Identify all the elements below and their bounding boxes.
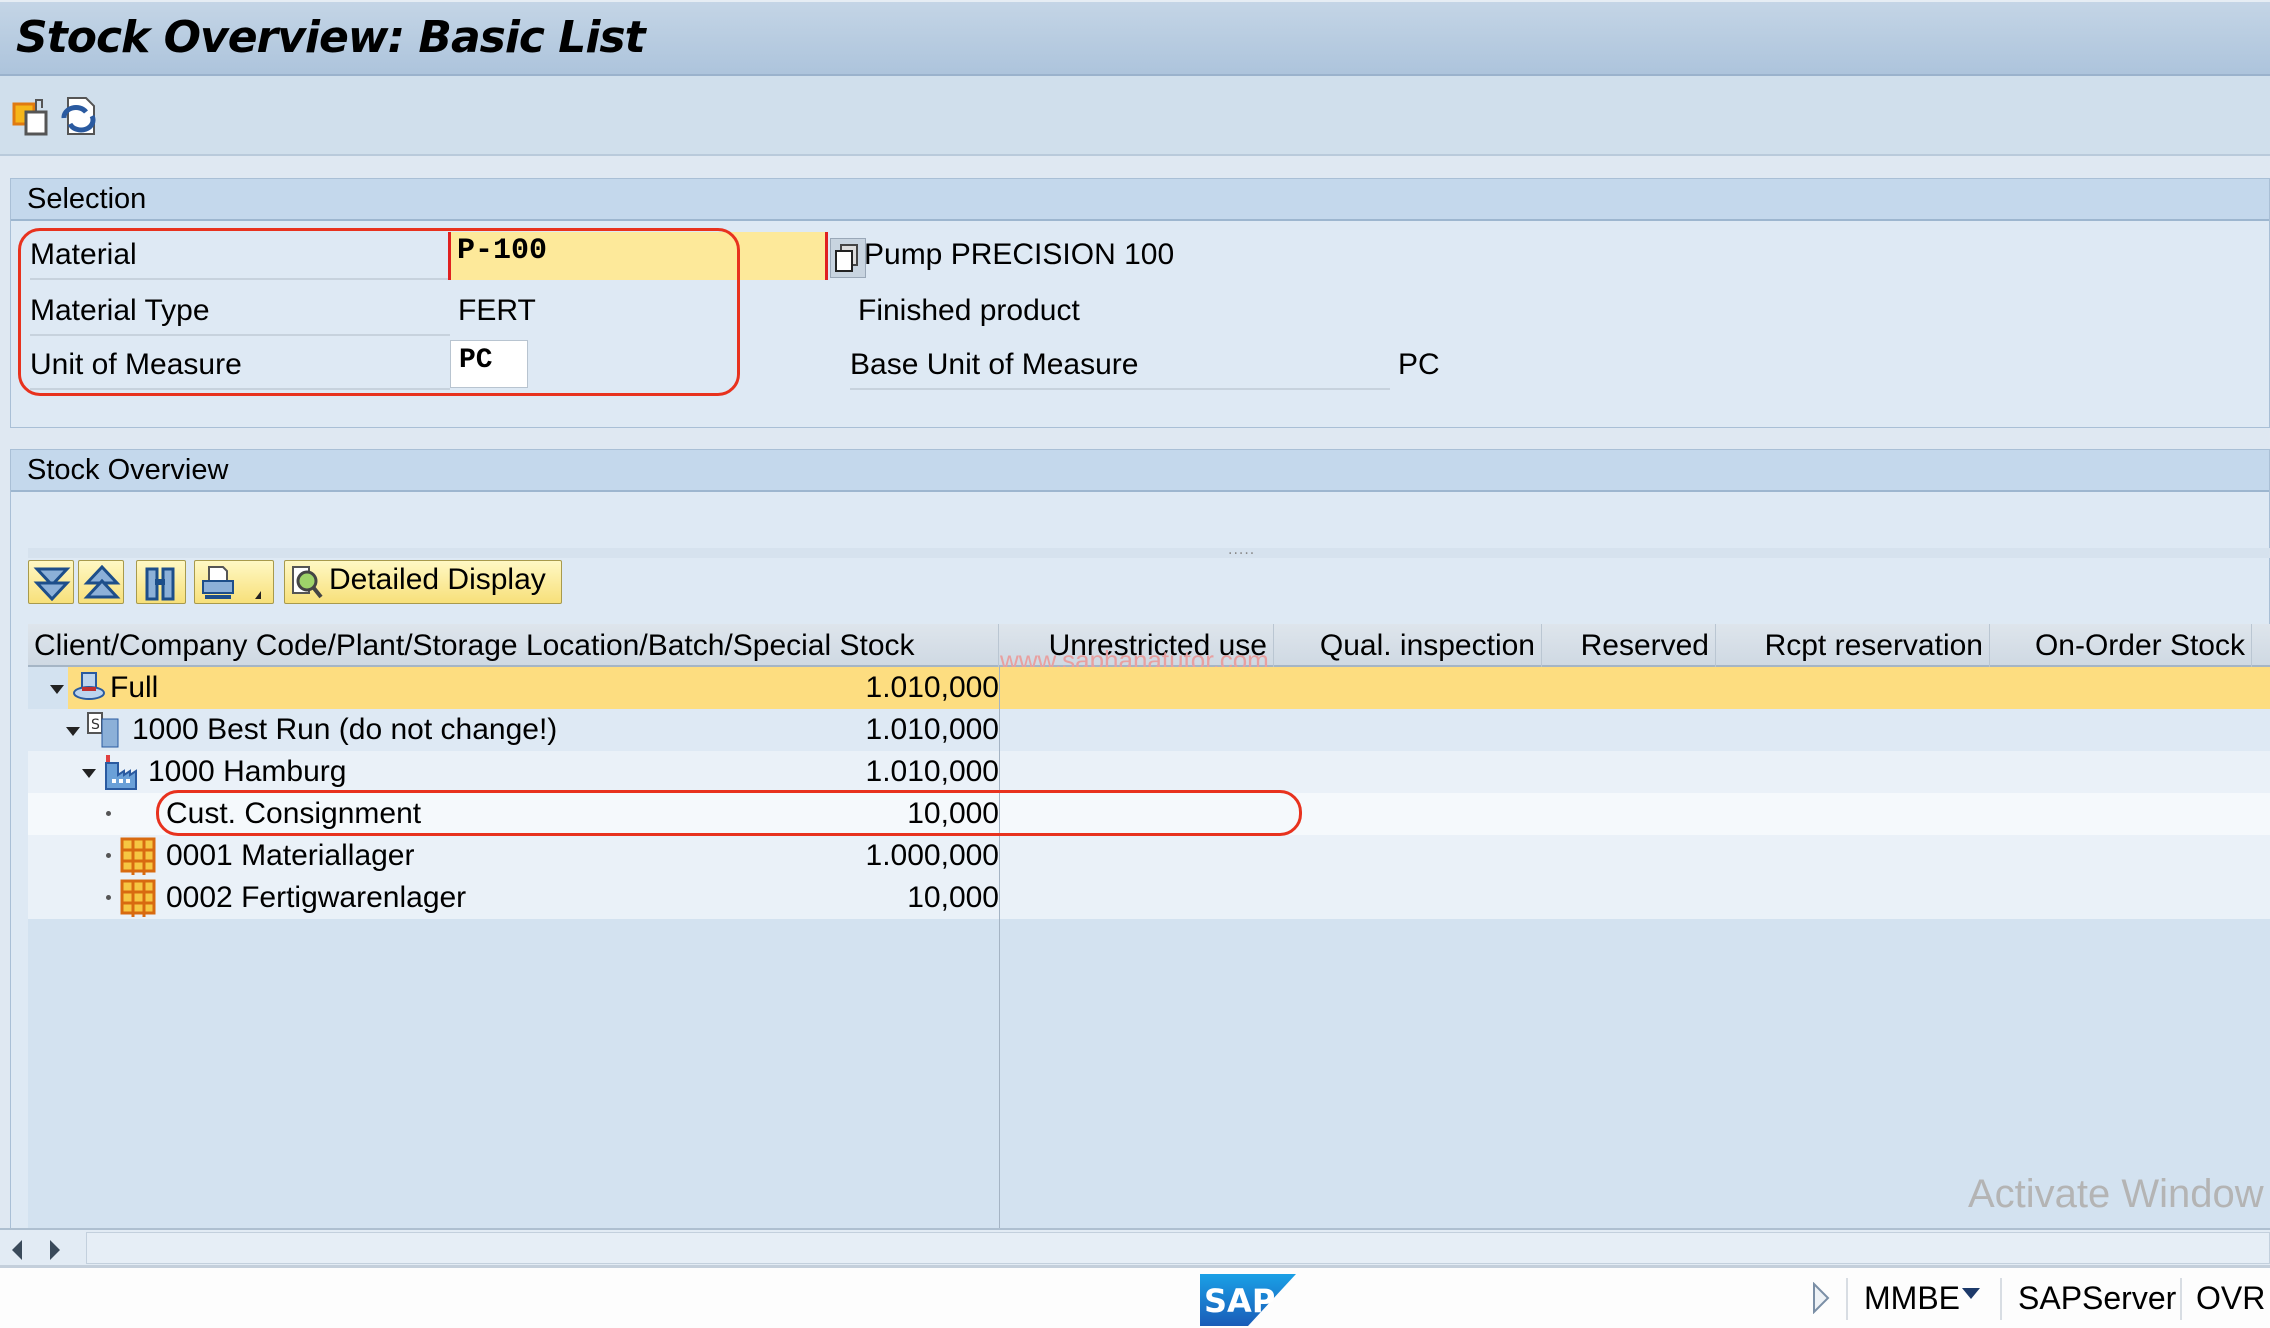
material-description: Pump PRECISION 100 [864,238,1175,271]
binoculars-icon [145,567,175,601]
material-type-value: FERT [458,294,536,327]
row-label: 1000 Hamburg [148,755,347,788]
stock-overview-header-label: Stock Overview [27,454,229,486]
insert-mode[interactable]: OVR [2196,1280,2265,1317]
svg-text:SAP: SAP [1204,1282,1275,1320]
row-unrestricted: 1.010,000 [865,671,999,704]
print-button[interactable] [194,560,274,604]
table-row[interactable]: 0002 Fertigwarenlager 10,000 [28,877,2270,919]
server-name: SAPServer [2018,1280,2177,1316]
detail-magnifier-icon [292,566,323,599]
svg-text:S: S [91,717,100,733]
row-label: 0001 Materiallager [166,839,415,872]
plant-factory-icon [105,755,137,790]
leaf-bullet [106,853,111,858]
arrow-right-icon [50,1240,60,1260]
grid-header: Client/Company Code/Plant/Storage Locati… [28,624,2270,667]
copy-window-icon [835,244,858,272]
collapse-toggle[interactable] [82,769,96,778]
material-type-label: Material Type [30,290,450,336]
column-header-unrestricted[interactable]: Unrestricted use [999,624,1274,667]
scroll-right-button[interactable] [40,1234,68,1266]
row-unrestricted: 1.000,000 [865,839,999,872]
storage-location-shelf-icon [120,837,156,875]
arrow-left-icon [12,1240,22,1260]
row-unrestricted: 1.010,000 [865,713,999,746]
splitter[interactable]: ..... [28,542,2270,558]
selection-header-label: Selection [27,183,147,215]
refresh-icon[interactable] [58,94,102,138]
multiple-selection-button[interactable] [830,238,866,278]
page-title: Stock Overview: Basic List [16,12,646,63]
material-label: Material [30,236,450,280]
column-header-reserved[interactable]: Reserved [1542,624,1716,667]
selection-screen-icon[interactable] [12,94,56,138]
material-input[interactable]: P-100 [448,232,828,280]
sap-logo-icon: SAP [1200,1274,1296,1326]
title-bar: Stock Overview: Basic List [0,0,2270,76]
table-row[interactable]: S 1000 Best Run (do not change!) 1.010,0… [28,709,2270,751]
status-expand-button[interactable] [1810,1281,1832,1318]
scroll-track[interactable] [86,1232,2270,1264]
transaction-code: MMBE [1864,1280,1960,1316]
uom-input[interactable]: PC [450,340,528,388]
column-header-hierarchy[interactable]: Client/Company Code/Plant/Storage Locati… [28,624,999,667]
table-row[interactable]: 1000 Hamburg 1.010,000 [28,751,2270,793]
expand-all-button[interactable] [28,560,74,604]
leaf-bullet [106,895,111,900]
play-arrow-icon [1813,1281,1830,1315]
column-header-qual-inspection[interactable]: Qual. inspection [1274,624,1542,667]
transaction-dropdown-icon[interactable] [1962,1288,1980,1299]
collapse-toggle[interactable] [66,727,80,736]
column-divider [999,667,1000,1228]
stock-overview-header: Stock Overview [11,450,2269,492]
base-uom-value: PC [1398,348,1440,381]
storage-location-shelf-icon [120,879,156,917]
client-hat-icon [73,672,105,700]
column-header-on-order-stock[interactable]: On-Order Stock [1990,624,2252,667]
collapse-all-button[interactable] [78,560,124,604]
row-label: 1000 Best Run (do not change!) [132,713,558,746]
row-unrestricted: 10,000 [907,797,999,830]
row-unrestricted: 1.010,000 [865,755,999,788]
collapse-all-icon [83,565,121,599]
collapse-toggle[interactable] [50,685,64,694]
column-header-rcpt-reservation[interactable]: Rcpt reservation [1716,624,1990,667]
leaf-bullet [106,811,111,816]
uom-label: Unit of Measure [30,344,450,390]
status-bar: SAP MMBE SAPServer OVR [0,1268,2270,1328]
company-code-icon: S [87,712,119,748]
row-label: Cust. Consignment [166,797,422,830]
table-row[interactable]: Full 1.010,000 [28,667,2270,709]
scroll-left-button[interactable] [4,1234,32,1266]
table-row[interactable]: 0001 Materiallager 1.000,000 [28,835,2270,877]
detailed-display-button[interactable]: Detailed Display [284,560,562,604]
selection-header: Selection [11,179,2269,221]
material-type-description: Finished product [858,294,1080,327]
base-uom-label: Base Unit of Measure [850,344,1390,390]
table-row[interactable]: Cust. Consignment 10,000 [28,793,2270,835]
expand-all-icon [33,567,71,601]
row-label: 0002 Fertigwarenlager [166,881,467,914]
application-toolbar [0,76,2270,156]
find-button[interactable] [136,560,186,604]
print-icon [202,566,261,599]
row-label: Full [110,671,159,704]
row-unrestricted: 10,000 [907,881,999,914]
horizontal-scrollbar[interactable] [0,1228,2270,1268]
